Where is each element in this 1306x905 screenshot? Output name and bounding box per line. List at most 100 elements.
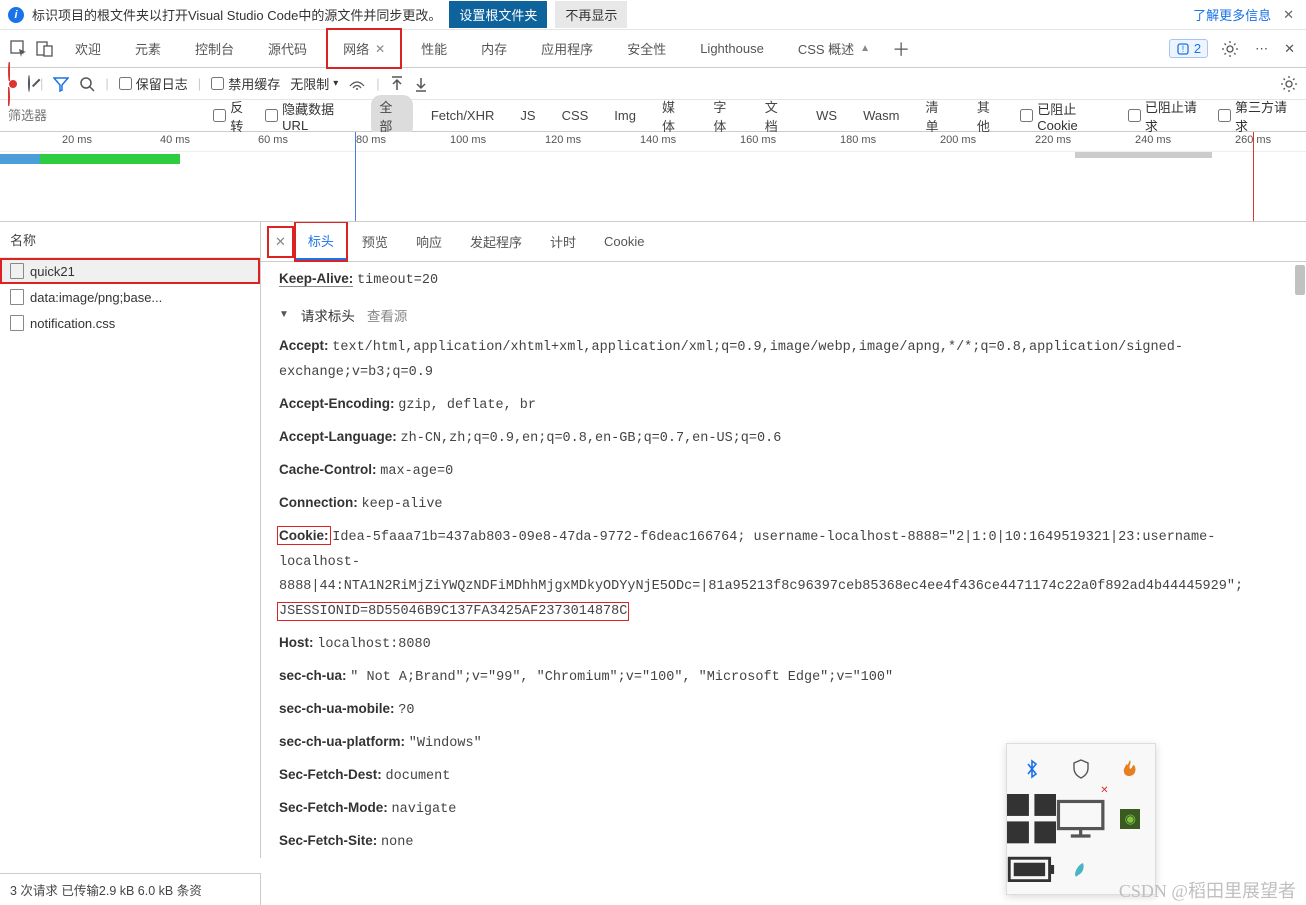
disable-cache-checkbox[interactable]: 禁用缓存 [211,74,280,93]
header-value: none [381,835,413,850]
request-row[interactable]: data:image/png;base... [0,284,260,310]
network-settings-icon[interactable] [1280,75,1298,93]
set-root-button[interactable]: 设置根文件夹 [449,1,547,28]
filter-wasm[interactable]: Wasm [855,106,907,125]
vscode-infobar: i 标识项目的根文件夹以打开Visual Studio Code中的源文件并同步… [0,0,1306,30]
header-label: sec-ch-ua-mobile: [279,701,395,716]
header-label: Sec-Fetch-Site: [279,833,377,848]
filter-manifest[interactable]: 清单 [917,95,958,137]
tab-response[interactable]: 响应 [404,224,454,259]
close-details-icon[interactable]: ✕ [269,228,292,256]
more-icon[interactable]: ⋯ [1252,38,1271,60]
system-tray-popup: ✕ ◉ [1006,743,1156,895]
filter-font[interactable]: 字体 [705,95,746,137]
rocket-icon[interactable] [1056,844,1105,894]
close-tab-icon[interactable]: ✕ [375,42,385,56]
windows-icon[interactable] [1007,794,1056,844]
header-value: gzip, deflate, br [398,398,536,413]
request-name: quick21 [30,264,75,279]
timeline-tick: 140 ms [640,134,676,146]
filter-input[interactable] [8,108,203,123]
settings-icon[interactable] [1218,37,1242,61]
third-party-checkbox[interactable]: 第三方请求 [1218,97,1298,135]
display-icon[interactable] [1056,794,1105,844]
tab-timing[interactable]: 计时 [538,224,588,259]
sidebar-header[interactable]: 名称 [0,222,260,258]
learn-more-link[interactable]: 了解更多信息 [1193,5,1271,24]
request-headers-section[interactable]: ▼ 请求标头 查看源 [279,305,1288,325]
header-value: max-age=0 [380,464,453,479]
bluetooth-icon[interactable] [1007,744,1056,794]
firewall-icon[interactable] [1106,744,1155,794]
tab-sources[interactable]: 源代码 [253,30,322,67]
network-statusbar: 3 次请求 已传输2.9 kB 6.0 kB 条资 [0,873,261,905]
tab-cookies[interactable]: Cookie [592,226,656,257]
record-icon[interactable] [8,64,18,104]
header-value: navigate [392,802,457,817]
import-har-icon[interactable] [390,76,404,92]
filter-other[interactable]: 其他 [969,95,1010,137]
header-label: sec-ch-ua-platform: [279,734,405,749]
filter-css[interactable]: CSS [554,106,597,125]
nvidia-icon[interactable]: ◉ [1106,794,1155,844]
device-toggle-icon[interactable] [34,38,56,60]
hide-data-urls-checkbox[interactable]: 隐藏数据 URL [265,99,361,133]
request-row[interactable]: quick21 [0,258,260,284]
filter-js[interactable]: JS [512,106,543,125]
inspect-element-icon[interactable] [8,38,30,60]
tab-preview[interactable]: 预览 [350,224,400,259]
issues-button[interactable]: ! 2 [1169,39,1208,58]
throttling-select[interactable]: 无限制▾ [290,74,338,93]
export-har-icon[interactable] [414,76,428,92]
tab-network[interactable]: 网络✕ [326,28,402,69]
timeline-tick: 80 ms [356,134,386,146]
header-value: ?0 [398,703,414,718]
request-name: data:image/png;base... [30,290,162,305]
view-source-link[interactable]: 查看源 [367,305,408,325]
filter-ws[interactable]: WS [808,106,845,125]
document-icon [10,263,24,279]
filter-img[interactable]: Img [606,106,644,125]
timeline-tick: 60 ms [258,134,288,146]
timeline-tick: 120 ms [545,134,581,146]
tab-headers[interactable]: 标头 [296,223,346,260]
timeline-tick: 40 ms [160,134,190,146]
request-row[interactable]: notification.css [0,310,260,336]
timeline-tick: 100 ms [450,134,486,146]
caret-down-icon: ▼ [279,309,289,320]
network-timeline[interactable]: 20 ms 40 ms 60 ms 80 ms 100 ms 120 ms 14… [0,132,1306,222]
scrollbar-thumb[interactable] [1295,265,1305,295]
section-title: 请求标头 [301,305,355,325]
tab-css-overview[interactable]: CSS 概述 ▲ [783,30,885,67]
tab-security[interactable]: 安全性 [612,30,681,67]
blocked-cookies-checkbox[interactable]: 已阻止 Cookie [1020,99,1118,133]
filter-doc[interactable]: 文档 [757,95,798,137]
timeline-tick: 200 ms [940,134,976,146]
search-icon[interactable] [79,76,95,92]
clear-icon[interactable] [28,76,30,91]
close-icon[interactable]: ✕ [1279,7,1298,23]
tab-console[interactable]: 控制台 [180,30,249,67]
tab-initiator[interactable]: 发起程序 [458,224,534,259]
header-value: document [386,769,451,784]
invert-checkbox[interactable]: 反转 [213,97,255,135]
tab-elements[interactable]: 元素 [120,30,176,67]
preserve-log-checkbox[interactable]: 保留日志 [119,74,188,93]
tab-welcome[interactable]: 欢迎 [60,30,116,67]
tab-memory[interactable]: 内存 [466,30,522,67]
filter-media[interactable]: 媒体 [654,95,695,137]
close-devtools-icon[interactable]: ✕ [1281,38,1298,60]
security-shield-icon[interactable]: ✕ [1056,744,1105,794]
blocked-requests-checkbox[interactable]: 已阻止请求 [1128,97,1208,135]
network-conditions-icon[interactable] [348,77,366,91]
filter-fetch-xhr[interactable]: Fetch/XHR [423,106,503,125]
tab-lighthouse[interactable]: Lighthouse [685,32,779,65]
add-tab-icon[interactable]: ＋ [889,33,913,65]
dont-show-button[interactable]: 不再显示 [555,1,627,28]
filter-icon[interactable] [53,76,69,92]
header-value: keep-alive [362,497,443,512]
tab-performance[interactable]: 性能 [406,30,462,67]
battery-icon[interactable] [1007,844,1056,894]
filter-all[interactable]: 全部 [371,95,412,137]
tab-application[interactable]: 应用程序 [526,30,608,67]
